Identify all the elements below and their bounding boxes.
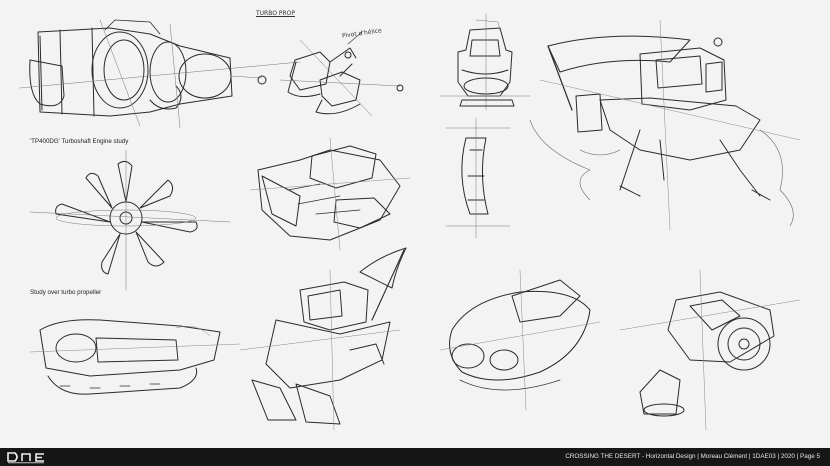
hover-pod-sketch — [439, 269, 601, 411]
footer-bar: CROSSING THE DESERT - Horizontal Design … — [0, 448, 830, 466]
turbo-propeller-sketch — [29, 149, 231, 291]
turboshaft-engine-sketch — [19, 19, 301, 129]
desert-cart-sketch — [239, 247, 407, 431]
sketch-sheet-page: 'TP400DG' Turboshaft Engine study Study … — [0, 0, 830, 466]
vehicle-front-view-sketch — [439, 13, 531, 111]
low-crawler-sketch — [29, 319, 241, 395]
pencil-sketches-canvas — [19, 13, 801, 431]
big-wheel-trike-sketch — [619, 269, 801, 431]
propeller-mount-sketch — [279, 31, 404, 117]
propeller-study-label: Study over turbo propeller — [30, 289, 102, 296]
engine-study-label: 'TP400DG' Turboshaft Engine study — [30, 138, 129, 145]
dae-logo — [7, 452, 44, 464]
vehicle-side-profile-sketch — [445, 117, 511, 239]
footer-caption: CROSSING THE DESERT - Horizontal Design … — [565, 453, 820, 460]
compact-rover-sketch — [249, 137, 411, 251]
walker-vehicle-sketch — [529, 19, 801, 231]
top-handwritten-note: TURBO PROP — [256, 10, 295, 17]
